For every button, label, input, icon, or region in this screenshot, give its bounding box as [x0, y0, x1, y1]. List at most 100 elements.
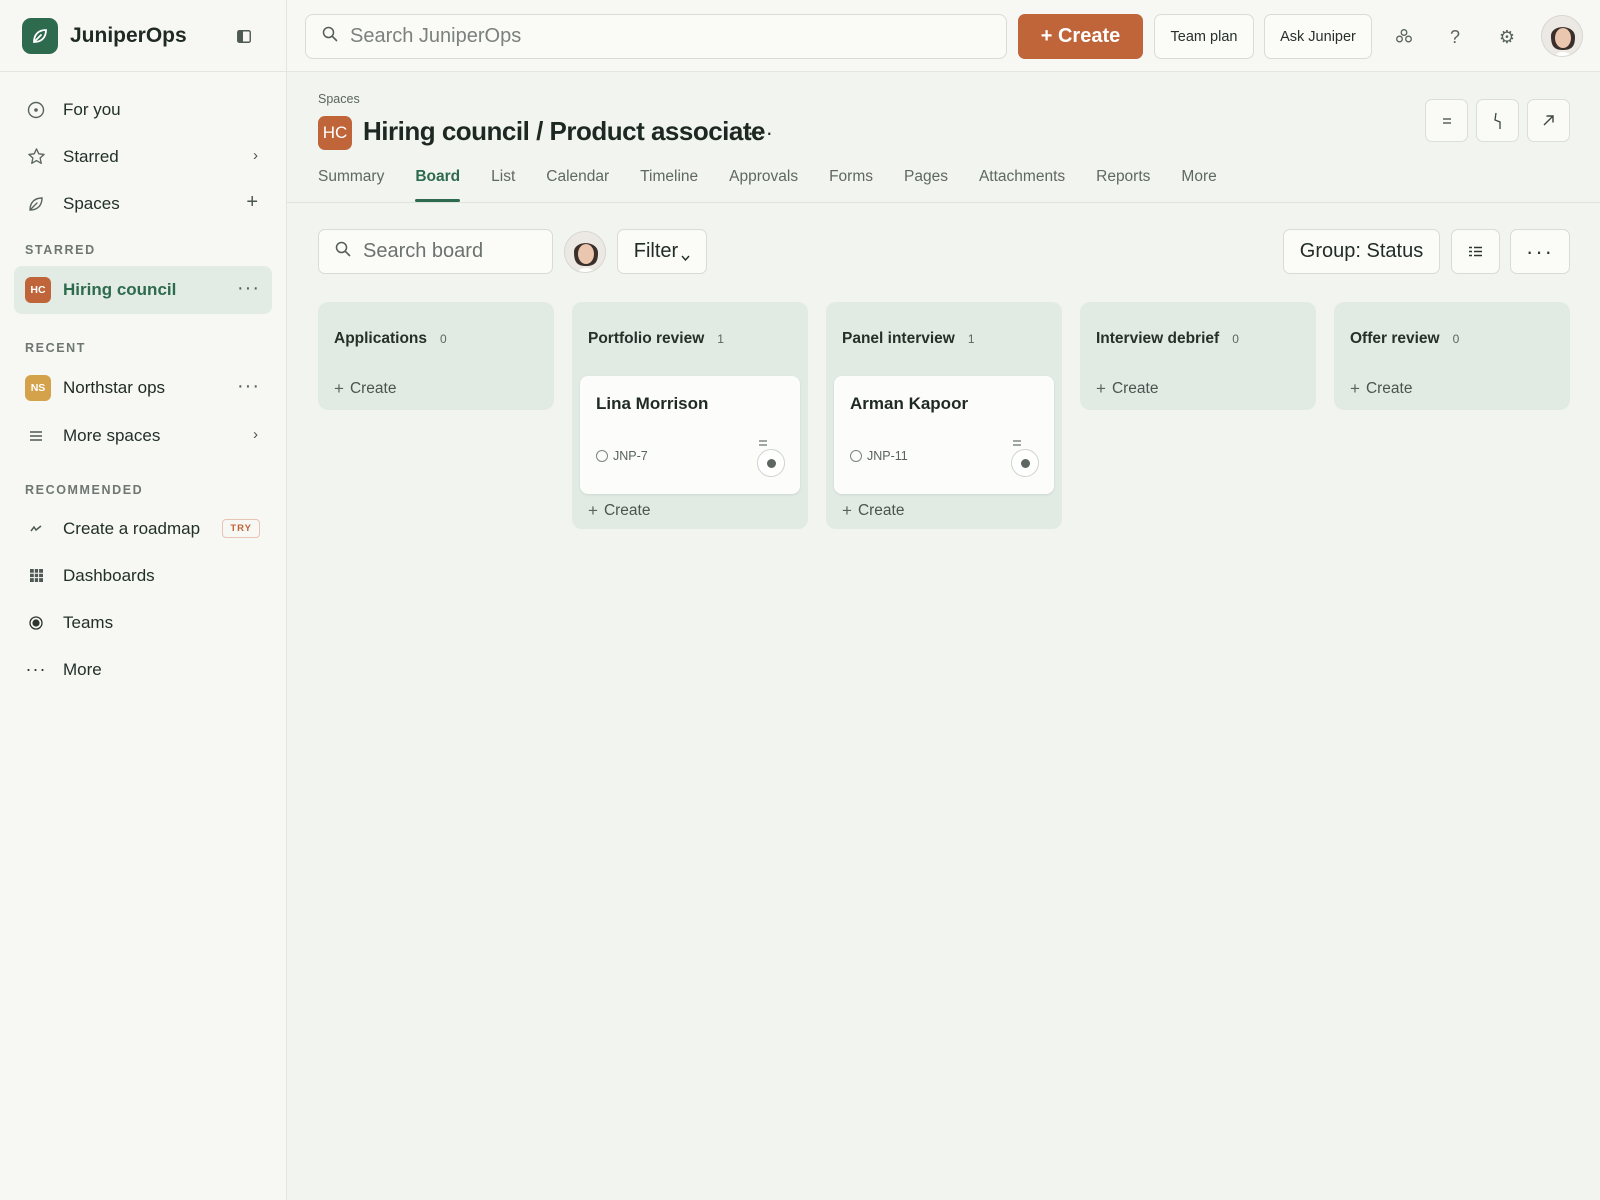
- column-title: Portfolio review: [588, 330, 705, 347]
- ask-juniper-button[interactable]: Ask Juniper: [1264, 14, 1372, 59]
- recommended-section-label: RECOMMENDED: [25, 483, 144, 497]
- assignee-avatar[interactable]: [1011, 449, 1039, 477]
- tab-attachments[interactable]: Attachments: [979, 160, 1065, 202]
- leaf-logo-icon[interactable]: [22, 17, 58, 54]
- assignee-filter-avatar[interactable]: [564, 231, 606, 273]
- global-search-input[interactable]: [350, 25, 990, 48]
- tab-list[interactable]: List: [491, 160, 515, 202]
- column-create-button[interactable]: + Create: [842, 496, 1046, 526]
- breadcrumb[interactable]: Spaces: [318, 92, 360, 106]
- plus-icon: +: [1350, 379, 1360, 398]
- board-search[interactable]: [318, 229, 553, 274]
- more-dots-icon: ···: [25, 659, 47, 679]
- apps-icon[interactable]: [1389, 22, 1419, 52]
- column-header: Offer review 0: [1350, 302, 1554, 374]
- page-title: Hiring council / Product associate: [363, 116, 765, 146]
- filter-button[interactable]: Filter: [617, 229, 707, 274]
- assignee-dot-icon: [766, 458, 776, 468]
- board-more-icon[interactable]: ···: [1510, 229, 1570, 274]
- column-create-button[interactable]: + Create: [588, 496, 792, 526]
- create-button[interactable]: + Create: [1018, 14, 1143, 59]
- priority-medium-icon: [1012, 434, 1022, 449]
- column-count: 0: [1232, 332, 1239, 346]
- primary-nav: For you Starred › Spaces +: [0, 72, 286, 227]
- nav-item-teams[interactable]: Teams: [0, 599, 286, 646]
- plus-icon: +: [842, 501, 852, 520]
- search-icon: [335, 241, 351, 262]
- board-search-input[interactable]: [363, 240, 543, 263]
- card-key: JNP-7: [596, 449, 648, 463]
- column-interview-debrief: Interview debrief 0 + Create: [1080, 302, 1316, 410]
- create-label: Create: [349, 380, 397, 397]
- card-key: JNP-11: [850, 449, 908, 463]
- help-icon[interactable]: ?: [1440, 22, 1470, 52]
- tab-timeline[interactable]: Timeline: [640, 160, 698, 202]
- automation-bolt-icon[interactable]: [1476, 99, 1519, 142]
- priority-medium-icon: [758, 434, 768, 449]
- column-count: 0: [440, 332, 447, 346]
- team-plan-button[interactable]: Team plan: [1154, 14, 1254, 59]
- nav-item-more[interactable]: ··· More: [0, 646, 286, 693]
- tab-reports[interactable]: Reports: [1096, 160, 1150, 202]
- title-more-icon[interactable]: ···: [747, 120, 775, 146]
- column-create-button[interactable]: + Create: [1096, 374, 1300, 404]
- board-card[interactable]: Lina Morrison JNP-7: [580, 376, 800, 494]
- tab-calendar[interactable]: Calendar: [546, 160, 609, 202]
- grid-icon: [26, 566, 46, 586]
- tab-summary[interactable]: Summary: [318, 160, 384, 202]
- nav-item-dashboards[interactable]: Dashboards: [0, 552, 286, 599]
- space-avatar: NS: [25, 375, 51, 401]
- sidebar-space-northstar-ops[interactable]: NS Northstar ops ···: [14, 364, 272, 412]
- nav-item-starred[interactable]: Starred ›: [0, 133, 286, 180]
- nav-item-more-spaces[interactable]: More spaces ›: [0, 412, 286, 459]
- column-portfolio-review: Portfolio review 1 Lina Morrison JNP-7 +…: [572, 302, 808, 529]
- space-label: Hiring council: [63, 280, 177, 299]
- column-panel-interview: Panel interview 1 Arman Kapoor JNP-11 + …: [826, 302, 1062, 529]
- assignee-avatar[interactable]: [757, 449, 785, 477]
- user-avatar[interactable]: [1541, 15, 1583, 57]
- tab-board[interactable]: Board: [415, 160, 460, 202]
- plus-icon: +: [1096, 379, 1106, 398]
- chevron-right-icon[interactable]: ›: [253, 426, 258, 443]
- tab-pages[interactable]: Pages: [904, 160, 948, 202]
- chevron-right-icon[interactable]: ›: [253, 147, 258, 164]
- share-arrow-icon[interactable]: [1527, 99, 1570, 142]
- more-dots-icon[interactable]: ···: [237, 376, 260, 396]
- feedback-icon[interactable]: [1425, 99, 1468, 142]
- column-title: Panel interview: [842, 330, 955, 347]
- board-card[interactable]: Arman Kapoor JNP-11: [834, 376, 1054, 494]
- card-title: Arman Kapoor: [850, 394, 969, 413]
- tab-approvals[interactable]: Approvals: [729, 160, 798, 202]
- global-search[interactable]: [305, 14, 1007, 59]
- nav-item-label: Teams: [63, 612, 114, 632]
- create-label: Create: [857, 502, 905, 519]
- space-tabs: Summary Board List Calendar Timeline App…: [318, 160, 1248, 202]
- starred-section-label: STARRED: [25, 243, 96, 257]
- column-create-button[interactable]: + Create: [1350, 374, 1554, 404]
- sidebar-collapse-icon[interactable]: [236, 28, 252, 44]
- nav-item-label: For you: [63, 99, 121, 119]
- view-settings-icon[interactable]: [1451, 229, 1500, 274]
- nav-item-label: Dashboards: [63, 565, 155, 585]
- add-space-icon[interactable]: +: [246, 191, 258, 214]
- create-label: Create: [1111, 380, 1159, 397]
- column-count: 1: [967, 332, 975, 346]
- chevron-down-icon: [681, 244, 690, 267]
- column-create-button[interactable]: + Create: [334, 374, 538, 404]
- column-offer-review: Offer review 0 + Create: [1334, 302, 1570, 410]
- tab-more[interactable]: More: [1181, 160, 1216, 202]
- nav-item-spaces[interactable]: Spaces +: [0, 180, 286, 227]
- column-applications: Applications 0 + Create: [318, 302, 554, 410]
- nav-item-for-you[interactable]: For you: [0, 86, 286, 133]
- group-by-button[interactable]: Group: Status: [1283, 229, 1440, 274]
- sidebar-space-hiring-council[interactable]: HC Hiring council ···: [14, 266, 272, 314]
- gear-icon[interactable]: ⚙: [1492, 22, 1522, 52]
- column-count: 1: [717, 332, 724, 346]
- more-dots-icon[interactable]: ···: [237, 278, 260, 298]
- nav-item-label: Spaces: [63, 193, 120, 213]
- nav-item-create-roadmap[interactable]: Create a roadmap TRY: [0, 505, 286, 552]
- leaf-icon: [26, 194, 46, 214]
- status-ring-icon: [596, 450, 608, 462]
- space-label: Northstar ops: [63, 378, 166, 397]
- tab-forms[interactable]: Forms: [829, 160, 873, 202]
